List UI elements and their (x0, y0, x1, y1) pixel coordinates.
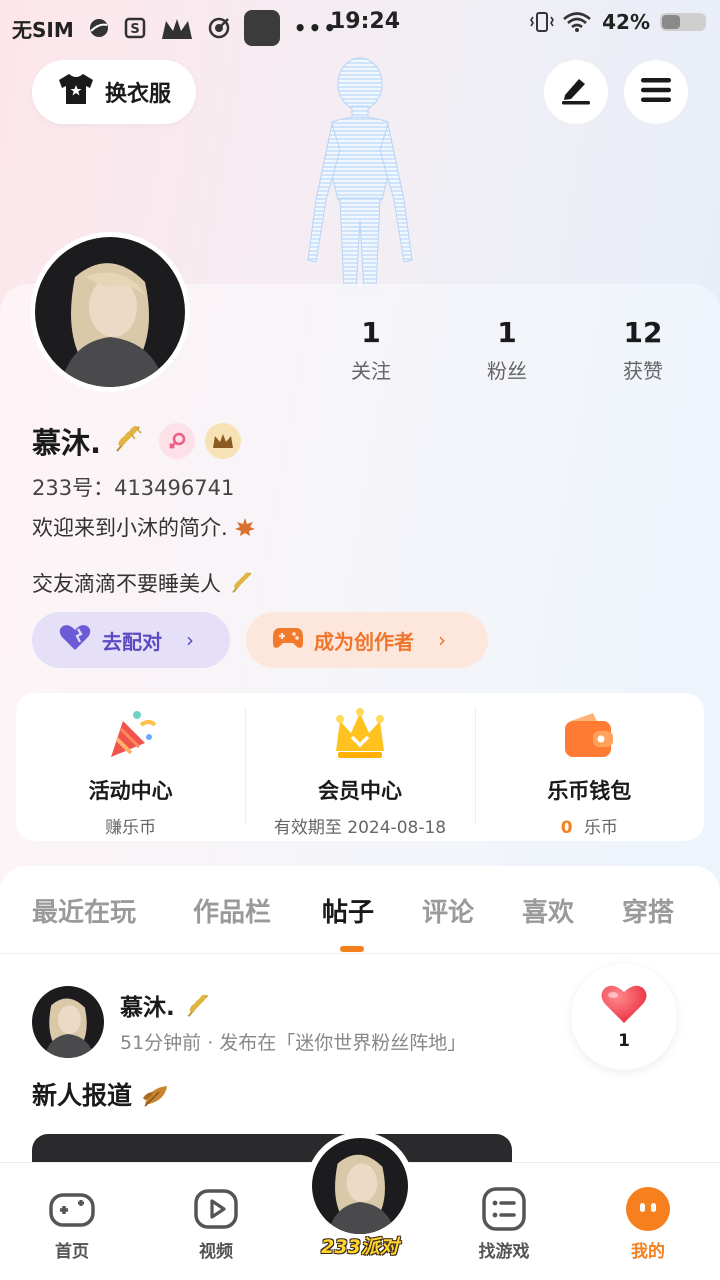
browser-icon (88, 17, 110, 39)
post-title: 新人报道 (32, 1081, 133, 1110)
following-label: 关注 (351, 359, 391, 383)
match-label: 去配对 (102, 629, 162, 654)
heart-icon (600, 983, 648, 1029)
nav-me-label: 我的 (631, 1242, 665, 1262)
gamepad-home-icon (48, 1185, 96, 1233)
activity-center-sub: 赚乐币 (105, 818, 157, 838)
change-outfit-button[interactable]: 换衣服 (32, 60, 196, 124)
avatar-hologram[interactable] (298, 50, 422, 291)
tab-works[interactable]: 作品栏 (193, 892, 271, 929)
become-creator-label: 成为创作者 (314, 629, 414, 654)
followers-count: 1 (497, 316, 517, 349)
stat-likes[interactable]: 12 获赞 (588, 316, 698, 384)
menu-button[interactable] (624, 60, 688, 124)
vibrate-icon (530, 11, 555, 33)
profile-tabs: 最近在玩 作品栏 帖子 评论 喜欢 穿搭 (0, 866, 720, 954)
tab-recently-played[interactable]: 最近在玩 (32, 892, 136, 929)
battery-icon (660, 13, 706, 31)
bio-line-1: 欢迎来到小沐的简介. (32, 512, 256, 542)
feature-card: 活动中心 赚乐币 会员中心 有效期至 2024-08-18 乐币钱包 0 乐币 (16, 693, 704, 841)
coin-wallet[interactable]: 乐币钱包 0 乐币 (474, 693, 704, 841)
stat-followers[interactable]: 1 粉丝 (452, 316, 562, 384)
svg-text:S: S (130, 22, 139, 37)
status-bar: 无SIM S ••• 19:24 42% (0, 0, 720, 46)
coin-balance-unit: 乐币 (583, 818, 618, 838)
coin-wallet-title: 乐币钱包 (547, 779, 632, 803)
membership-center-title: 会员中心 (317, 779, 402, 803)
chevron-right-icon: › (186, 628, 194, 652)
wifi-icon (562, 11, 592, 33)
clock: 19:24 (330, 9, 401, 34)
activity-center-title: 活动中心 (88, 779, 173, 803)
like-count: 1 (618, 1031, 630, 1051)
chevron-right-icon: › (438, 628, 446, 652)
tab-likes[interactable]: 喜欢 (522, 892, 574, 929)
crown-icon (332, 707, 388, 763)
membership-expiry: 有效期至 2024-08-18 (273, 818, 447, 838)
party-icon (103, 707, 159, 763)
post-author-avatar[interactable] (32, 986, 104, 1058)
nav-home-label: 首页 (55, 1242, 89, 1262)
edit-profile-button[interactable] (544, 60, 608, 124)
followers-label: 粉丝 (487, 359, 527, 383)
likes-count: 12 (623, 316, 663, 349)
wheat-icon (228, 572, 254, 596)
crown-app-icon (160, 17, 194, 39)
become-creator-button[interactable]: 成为创作者 › (246, 612, 488, 668)
wheat-icon (183, 994, 211, 1021)
post-author-name: 慕沐. (120, 995, 175, 1021)
app-notification-icon (243, 10, 280, 46)
edit-icon (559, 75, 593, 109)
nav-video[interactable]: 视频 (166, 1185, 266, 1262)
following-count: 1 (361, 316, 381, 349)
match-button[interactable]: 去配对 › (32, 612, 230, 668)
post-meta[interactable]: 51分钟前 · 发布在「迷你世界粉丝阵地」 (120, 1028, 466, 1055)
profile-name: 慕沐. (32, 426, 102, 460)
coin-balance-value: 0 (560, 818, 573, 838)
autumn-leaf-icon (141, 1081, 171, 1110)
post-author-row[interactable]: 慕沐. (120, 988, 211, 1022)
like-button[interactable]: 1 (571, 964, 677, 1070)
likes-label: 获赞 (623, 359, 663, 383)
target-app-icon (208, 17, 230, 39)
nav-me[interactable]: 我的 (598, 1185, 698, 1262)
carrier-label: 无SIM (12, 17, 74, 42)
nav-home[interactable]: 首页 (22, 1185, 122, 1262)
activity-center[interactable]: 活动中心 赚乐币 (16, 693, 245, 841)
battery-percent: 42% (602, 10, 650, 34)
heart-icon (58, 624, 92, 657)
coin-wallet-balance: 0 乐币 (561, 813, 618, 838)
profile-avatar[interactable] (30, 232, 190, 392)
nav-party-button[interactable] (306, 1132, 414, 1240)
list-icon (480, 1185, 528, 1233)
user-id: 233号：413496741 (32, 476, 235, 500)
wallet-icon (561, 707, 617, 763)
active-tab-indicator (340, 946, 364, 952)
membership-center[interactable]: 会员中心 有效期至 2024-08-18 (245, 693, 474, 841)
tab-comments[interactable]: 评论 (422, 892, 474, 929)
maple-leaf-icon (234, 516, 256, 540)
party-logo[interactable]: 233派对 (312, 1232, 408, 1259)
wheat-icon (111, 423, 143, 460)
post-title-row[interactable]: 新人报道 (32, 1076, 171, 1112)
tab-outfits[interactable]: 穿搭 (622, 892, 674, 929)
profile-name-row: 慕沐. (32, 420, 242, 462)
video-icon (192, 1185, 240, 1233)
nav-find-games[interactable]: 找游戏 (454, 1185, 554, 1262)
stat-following[interactable]: 1 关注 (316, 316, 426, 384)
bio-line-2: 交友滴滴不要睡美人 (32, 568, 254, 598)
menu-icon (640, 77, 672, 107)
crown-badge-icon (205, 423, 242, 459)
nav-video-label: 视频 (199, 1242, 233, 1262)
shirt-icon (57, 72, 95, 112)
female-icon (159, 423, 196, 459)
tab-posts[interactable]: 帖子 (322, 892, 374, 929)
me-face-icon (624, 1185, 672, 1233)
nav-find-games-label: 找游戏 (478, 1242, 530, 1262)
s-app-icon: S (124, 17, 146, 39)
change-outfit-label: 换衣服 (104, 82, 171, 107)
gamepad-icon (272, 625, 304, 656)
